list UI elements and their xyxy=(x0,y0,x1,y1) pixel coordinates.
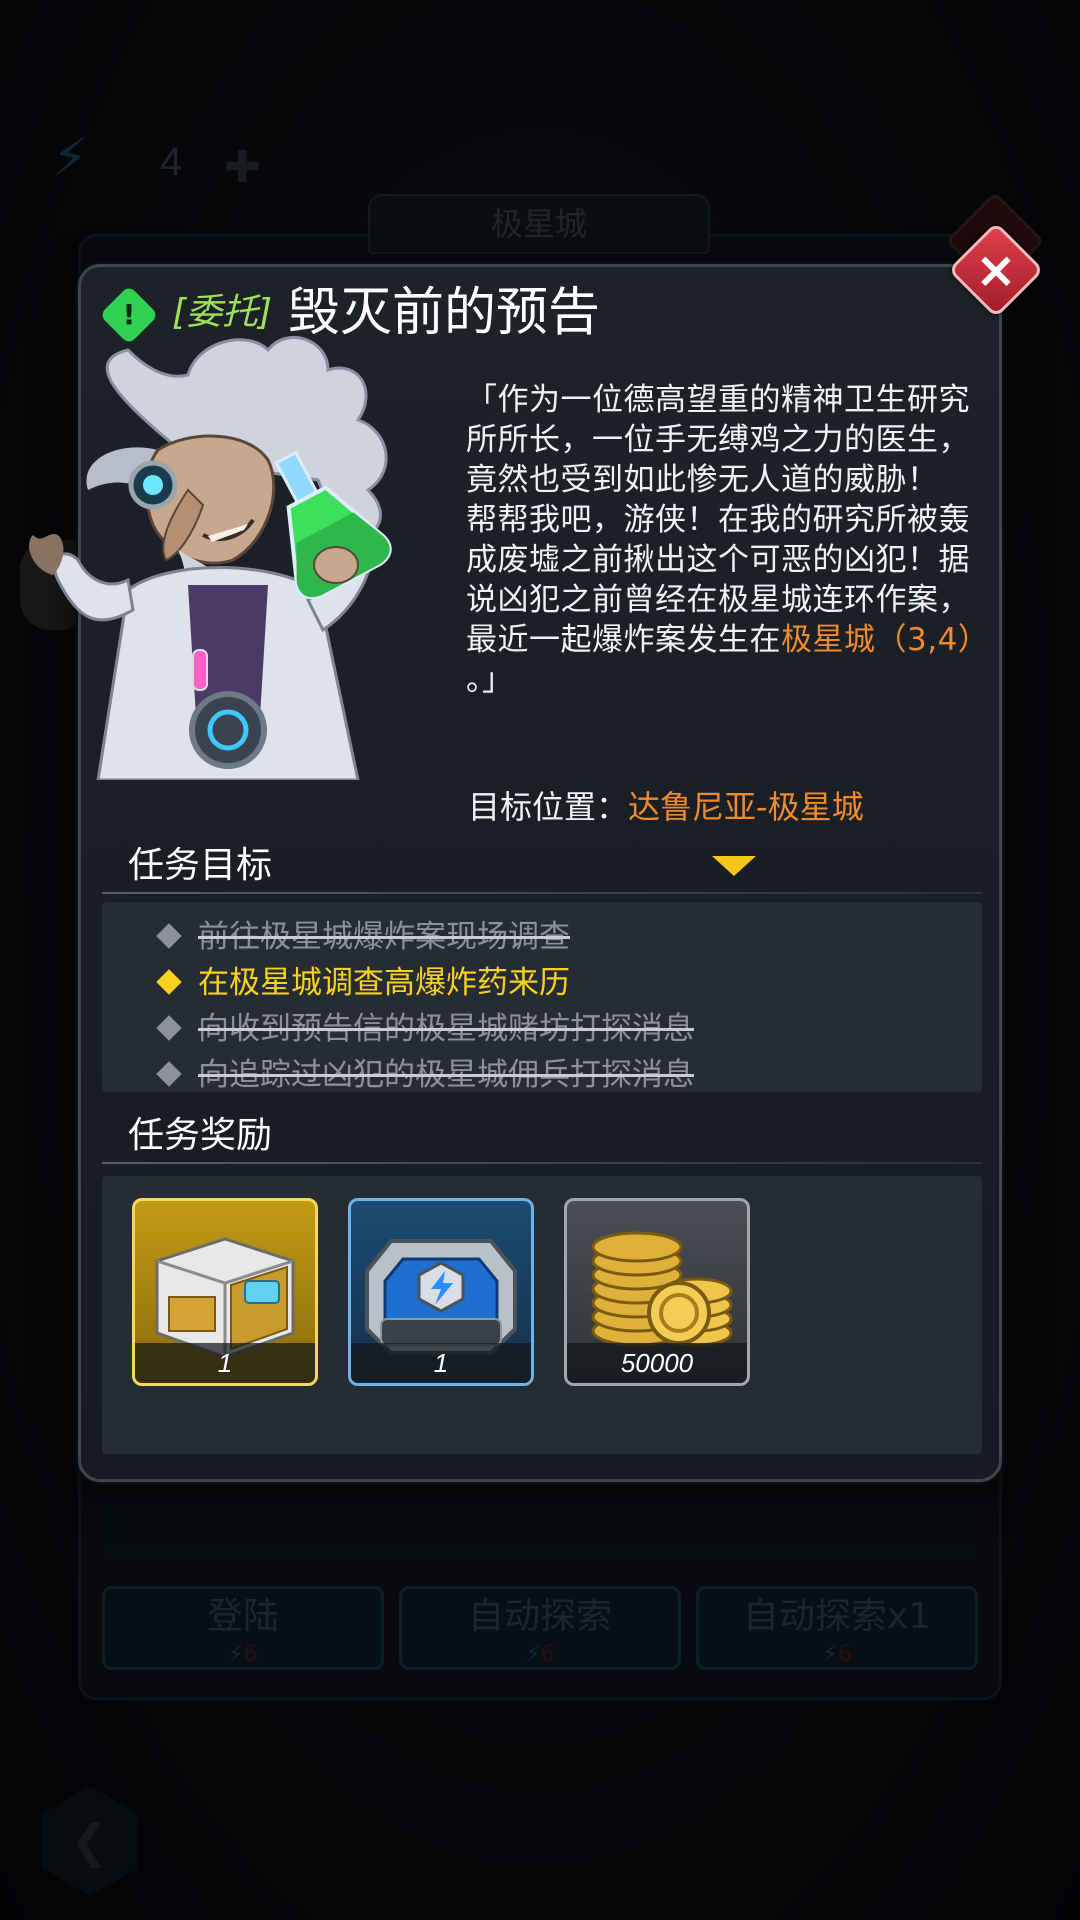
objective-item: 前往极星城爆炸案现场调查 xyxy=(156,916,570,958)
reward-quantity: 1 xyxy=(351,1343,531,1383)
reward-gold-coins[interactable]: 50000 xyxy=(564,1198,750,1386)
story-text-intro: 「作为一位德高望重的精神卫生研究所所长，一位手无缚鸡之力的医生，竟然也受到如此惨… xyxy=(466,382,970,658)
rewards-divider xyxy=(102,1162,982,1164)
target-location: 目标位置：达鲁尼亚-极星城 xyxy=(468,786,864,828)
objectives-list[interactable]: 前往极星城爆炸案现场调查 在极星城调查高爆炸药来历 向收到预告信的极星城赌坊打探… xyxy=(102,902,982,1092)
reward-quantity: 1 xyxy=(135,1343,315,1383)
rewards-panel: 1 1 50000 xyxy=(102,1176,982,1454)
reward-supply-crate[interactable]: 1 xyxy=(132,1198,318,1386)
objective-item: 向收到预告信的极星城赌坊打探消息 xyxy=(156,1008,694,1050)
objective-item-active: 在极星城调查高爆炸药来历 xyxy=(156,962,570,1004)
quest-giver-portrait xyxy=(29,335,392,780)
diamond-bullet-icon xyxy=(156,923,182,949)
diamond-bullet-icon xyxy=(156,1061,182,1087)
objectives-divider xyxy=(102,892,982,894)
quest-story-text: 「作为一位德高望重的精神卫生研究所所长，一位手无缚鸡之力的医生，竟然也受到如此惨… xyxy=(466,380,994,700)
reward-quantity: 50000 xyxy=(567,1343,747,1383)
objective-item: 向追踪过凶犯的极星城佣兵打探消息 xyxy=(156,1054,694,1092)
story-location-highlight[interactable]: 极星城（3,4） xyxy=(781,622,989,658)
objectives-title: 任务目标 xyxy=(128,845,273,886)
target-location-value[interactable]: 达鲁尼亚-极星城 xyxy=(628,788,864,826)
close-icon: × xyxy=(975,241,1017,299)
scroll-down-arrow-icon[interactable] xyxy=(712,856,756,876)
target-location-label: 目标位置： xyxy=(468,788,629,826)
diamond-bullet-icon xyxy=(156,1015,182,1041)
reward-energy-battery[interactable]: 1 xyxy=(348,1198,534,1386)
rewards-title: 任务奖励 xyxy=(128,1115,273,1156)
diamond-bullet-icon xyxy=(156,969,182,995)
story-text-end: 。」 xyxy=(466,662,514,698)
